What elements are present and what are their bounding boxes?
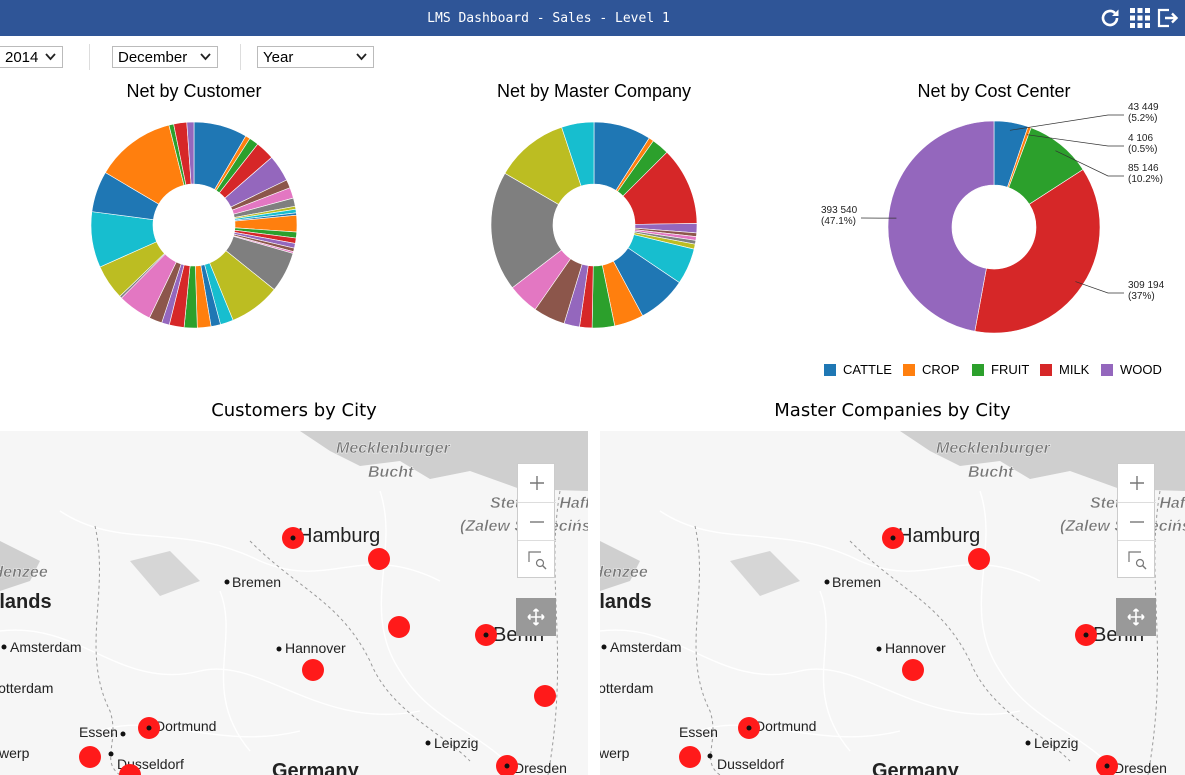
zoom-out-icon[interactable]	[1118, 502, 1156, 541]
slice-data-label: (10.2%)	[1128, 174, 1163, 185]
map-marker[interactable]	[968, 548, 990, 570]
legend-swatch	[824, 364, 836, 376]
map-label-city: Leipzig	[1034, 735, 1078, 751]
pan-icon[interactable]	[516, 598, 556, 636]
legend-label: CROP	[922, 362, 960, 377]
map-label-wadden: Waddenzee	[600, 564, 648, 581]
year-select-value: 2014	[5, 49, 39, 66]
zoom-in-icon[interactable]	[1118, 464, 1156, 502]
slice-data-label: 309 194	[1128, 280, 1165, 291]
map-label-sea: Bucht	[968, 464, 1014, 481]
slice-data-label: 85 146	[1128, 163, 1159, 174]
map-label-city: Dresden	[1114, 760, 1167, 775]
map-label-sea: Bucht	[368, 464, 414, 481]
slice-data-label: 393 540	[821, 205, 858, 216]
map-label-city: Dresden	[514, 760, 567, 775]
slice-data-label: (5.2%)	[1128, 113, 1157, 124]
map-label-sea: Mecklenburger	[936, 440, 1051, 457]
cost-center-chart-title: Net by Cost Center	[917, 81, 1071, 101]
legend-swatch	[972, 364, 984, 376]
map-label-city: Bremen	[232, 574, 281, 590]
map-label-city: Hannover	[885, 640, 946, 656]
map-label-city: Antwerp	[600, 745, 630, 761]
master-companies-map[interactable]: Mecklenburger Bucht Stettiner Haff (Zale…	[600, 431, 1185, 775]
map-label-country: Netherlands	[0, 591, 52, 613]
year-select[interactable]: 2014	[0, 46, 63, 68]
map-label-country: Germany	[872, 760, 960, 775]
chevron-down-icon	[45, 53, 56, 61]
app-header: LMS Dashboard - Sales - Level 1	[0, 0, 1185, 36]
map-marker[interactable]	[302, 659, 324, 681]
customers-map[interactable]: Mecklenburger Bucht Stettiner Haff (Zale…	[0, 431, 588, 775]
map-label-city: Leipzig	[434, 735, 478, 751]
masters-map-title: Master Companies by City	[774, 400, 1011, 421]
map-marker[interactable]	[388, 616, 410, 638]
month-select[interactable]: December	[112, 46, 218, 68]
map-label-city: Essen	[79, 724, 118, 740]
map-label-city: Bremen	[832, 574, 881, 590]
map-label-sea: Mecklenburger	[336, 440, 451, 457]
map-label-city: Dortmund	[755, 718, 816, 734]
map-marker[interactable]	[534, 685, 556, 707]
map-marker[interactable]	[902, 659, 924, 681]
legend-swatch	[1101, 364, 1113, 376]
page-title: LMS Dashboard - Sales - Level 1	[427, 11, 670, 26]
slice-data-label: (37%)	[1128, 291, 1155, 302]
month-select-value: December	[118, 49, 188, 66]
map-canvas[interactable]: Mecklenburger Bucht Stettiner Haff (Zale…	[600, 431, 1185, 775]
legend-label: FRUIT	[991, 362, 1030, 377]
zoom-in-icon[interactable]	[518, 464, 556, 502]
master-chart-title: Net by Master Company	[496, 81, 692, 101]
slice-data-label: 4 106	[1128, 133, 1153, 144]
zoom-out-icon[interactable]	[518, 502, 556, 541]
chevron-down-icon	[200, 53, 211, 61]
chevron-down-icon	[356, 53, 367, 61]
map-label-city: Amsterdam	[610, 639, 682, 655]
map-label-city: Dortmund	[155, 718, 216, 734]
map-label-city: Hannover	[285, 640, 346, 656]
map-label-city: Hamburg	[898, 525, 980, 547]
slice-data-label: 43 449	[1128, 102, 1159, 113]
map-marker[interactable]	[79, 746, 101, 768]
map-marker[interactable]	[679, 746, 701, 768]
map-label-wadden: Waddenzee	[0, 564, 48, 581]
customers-map-title: Customers by City	[211, 400, 377, 421]
zoom-control	[517, 463, 556, 579]
filter-divider	[89, 44, 90, 70]
customer-chart-title: Net by Customer	[126, 81, 262, 101]
map-label-country: Germany	[272, 760, 360, 775]
map-label-city: Amsterdam	[10, 639, 82, 655]
map-label-city: Hamburg	[298, 525, 380, 547]
map-label-city: Essen	[679, 724, 718, 740]
map-label-city: Dusseldorf	[717, 756, 784, 772]
legend-label: MILK	[1059, 362, 1090, 377]
filter-divider	[240, 44, 241, 70]
refresh-icon[interactable]	[1098, 6, 1122, 30]
map-label-country: Netherlands	[600, 591, 652, 613]
map-label-city: Rotterdam	[600, 680, 653, 696]
legend-swatch	[1040, 364, 1052, 376]
slice-data-label: (47.1%)	[821, 216, 856, 227]
zoom-control	[1117, 463, 1156, 579]
legend-swatch	[903, 364, 915, 376]
period-select-value: Year	[263, 49, 294, 66]
customer-donut-chart[interactable]	[88, 122, 300, 334]
map-marker[interactable]	[368, 548, 390, 570]
period-select[interactable]: Year	[257, 46, 374, 68]
map-label-city: Rotterdam	[0, 680, 53, 696]
master-company-donut-chart[interactable]	[488, 122, 700, 334]
map-label-city: Antwerp	[0, 745, 30, 761]
zoom-box-icon[interactable]	[518, 540, 556, 579]
pan-icon[interactable]	[1116, 598, 1156, 636]
donut-slice[interactable]	[887, 120, 995, 332]
cost-center-donut-chart[interactable]: 43 449(5.2%) 4 106(0.5%) 85 146(10.2%) 309 …	[800, 100, 1185, 350]
zoom-box-icon[interactable]	[1118, 540, 1156, 579]
legend-label: WOOD	[1120, 362, 1162, 377]
slice-data-label: (0.5%)	[1128, 144, 1157, 155]
legend-label: CATTLE	[843, 362, 892, 377]
apps-grid-icon[interactable]	[1128, 6, 1152, 30]
map-canvas[interactable]: Mecklenburger Bucht Stettiner Haff (Zale…	[0, 431, 588, 775]
logout-icon[interactable]	[1156, 6, 1180, 30]
